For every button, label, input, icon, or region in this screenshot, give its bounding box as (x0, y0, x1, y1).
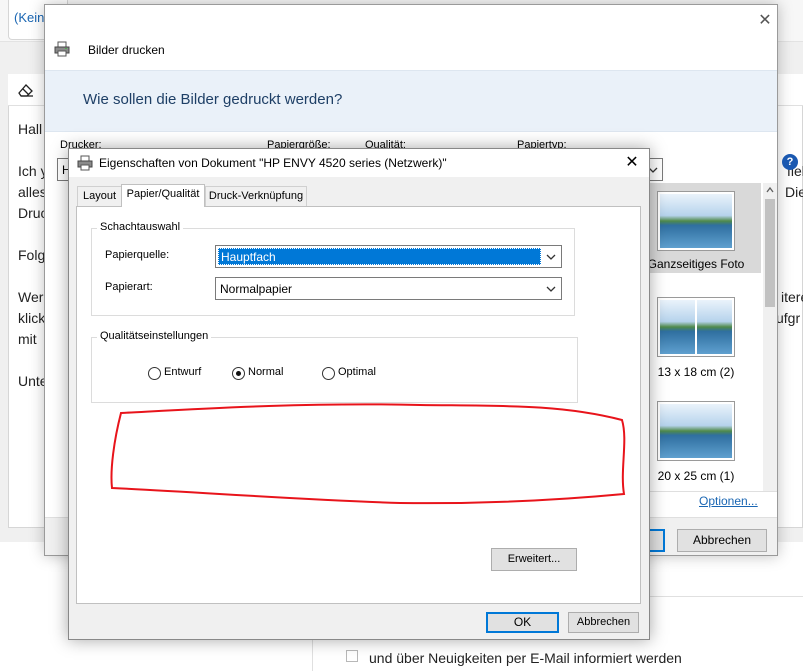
red-annotation-outline (110, 403, 626, 505)
tab-paper-quality[interactable]: Papier/Qualität (121, 184, 205, 207)
